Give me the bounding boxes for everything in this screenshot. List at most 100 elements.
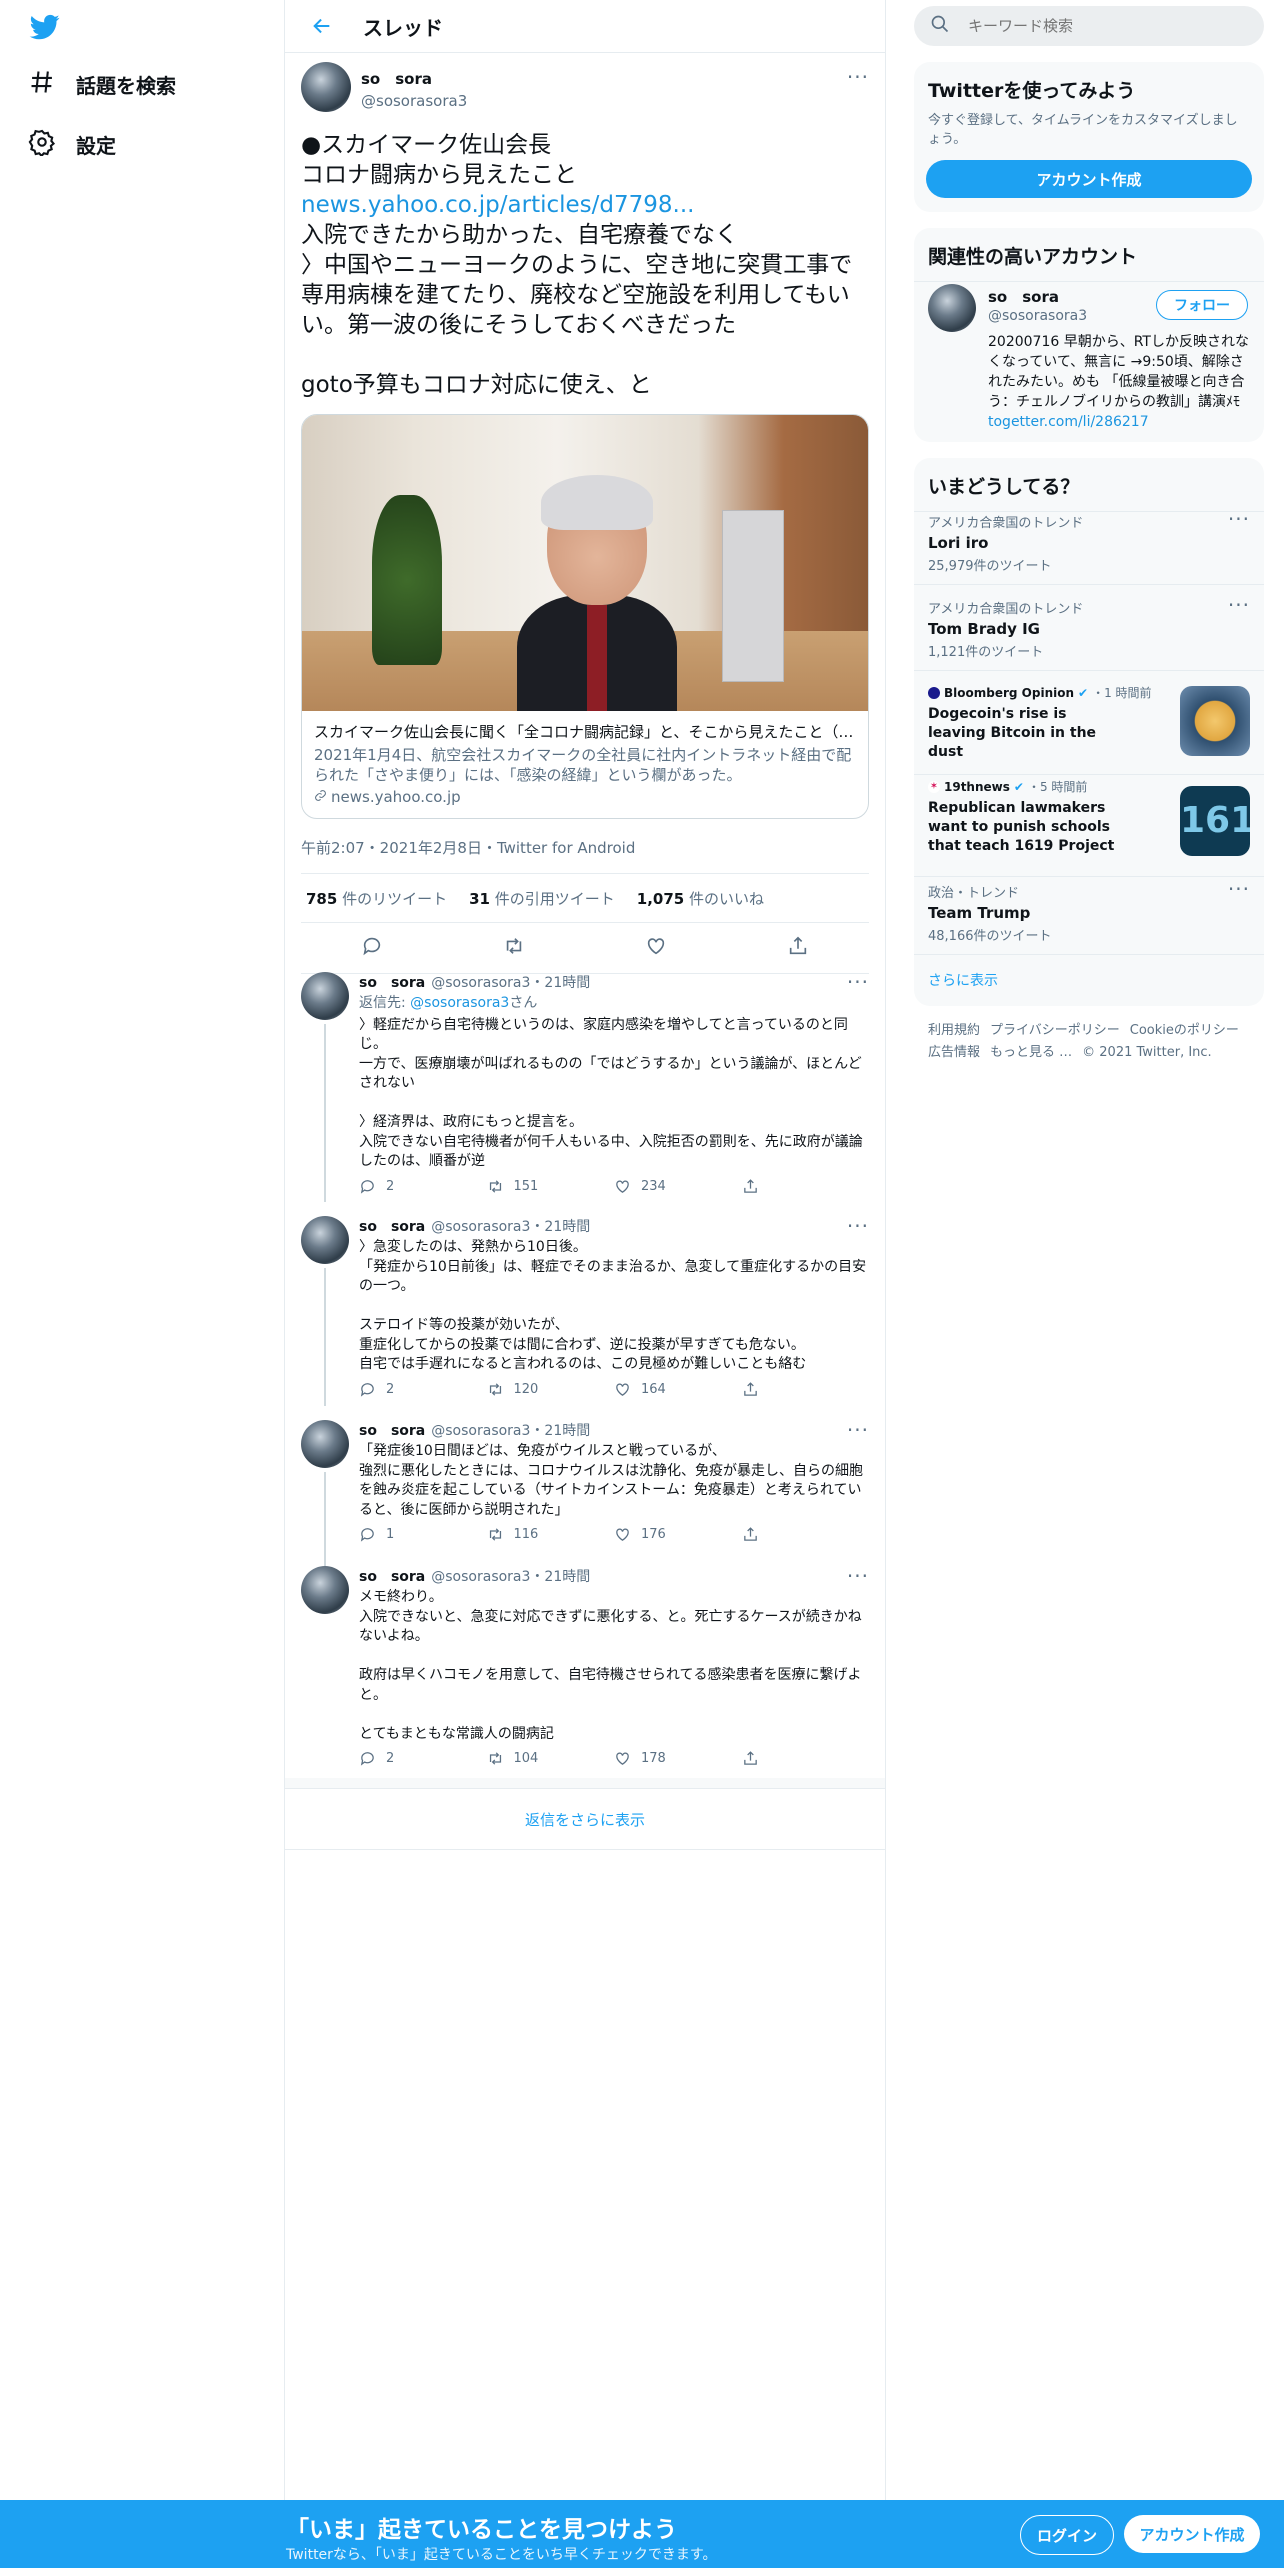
reply-author-name[interactable]: so sora (359, 1216, 425, 1236)
reply-tweet[interactable]: so sora @sosorasora3・21時間 ··· メモ終わり。 入院で… (301, 1566, 869, 1776)
quote-count[interactable]: 31 件の引用ツイート (469, 888, 615, 909)
card-image (302, 415, 868, 711)
tweet-actions (301, 923, 869, 974)
reply-author-handle[interactable]: @sosorasora3・21時間 (431, 972, 590, 992)
avatar[interactable] (301, 1420, 349, 1468)
twitter-logo-icon[interactable] (28, 12, 62, 42)
like-button[interactable]: 234 (614, 1178, 742, 1195)
reply-author-handle[interactable]: @sosorasora3・21時間 (431, 1566, 590, 1586)
bio-link[interactable]: togetter.com/li/286217 (988, 414, 1149, 430)
signup-button[interactable]: アカウント作成 (1124, 2515, 1260, 2553)
retweet-button[interactable]: 120 (487, 1381, 615, 1398)
relevant-title: 関連性の高いアカウント (914, 228, 1264, 282)
more-options-icon[interactable]: ··· (1228, 879, 1250, 899)
avatar[interactable] (301, 972, 349, 1020)
reply-author-name[interactable]: so sora (359, 1420, 425, 1440)
reply-to: 返信先: @sosorasora3さん (359, 995, 538, 1011)
signup-description: 今すぐ登録して、タイムラインをカスタマイズしましょう。 (928, 113, 1238, 147)
share-button[interactable] (742, 1750, 870, 1767)
footer-links: 利用規約 プライバシーポリシー Cookieのポリシー 広告情報 もっと見る … © 2… (928, 1020, 1258, 1064)
reply-icon[interactable] (361, 935, 383, 961)
more-options-icon[interactable]: ··· (847, 972, 869, 992)
reply-author-name[interactable]: so sora (359, 1566, 425, 1586)
avatar[interactable] (301, 1216, 349, 1264)
like-icon[interactable] (645, 935, 667, 961)
show-more-trends-link[interactable]: さらに表示 (928, 970, 998, 990)
retweet-count[interactable]: 785 件のリツイート (306, 888, 447, 909)
avatar[interactable] (301, 1566, 349, 1614)
left-nav: 話題を検索 設定 (0, 0, 285, 2500)
search-input[interactable] (966, 16, 1240, 36)
tweet-timestamp[interactable]: 午前2:07・2021年2月8日・Twitter for Android (301, 837, 869, 858)
retweet-button[interactable]: 151 (487, 1178, 615, 1195)
trend-item[interactable]: アメリカ合衆国のトレンド Lori iro 25,979件のツイート ··· (928, 509, 1250, 574)
like-button[interactable]: 176 (614, 1526, 742, 1543)
more-options-icon[interactable]: ··· (847, 67, 869, 87)
like-button[interactable]: 164 (614, 1381, 742, 1398)
relevant-name[interactable]: so sora (988, 286, 1059, 307)
trend-item[interactable]: アメリカ合衆国のトレンド Tom Brady IG 1,121件のツイート ··… (928, 595, 1250, 660)
more-options-icon[interactable]: ··· (1228, 595, 1250, 615)
reply-tweet[interactable]: so sora @sosorasora3・21時間 ··· 〉急変したのは、発熱… (301, 1216, 869, 1406)
tweet-link[interactable]: news.yahoo.co.jp/articles/d7798... (301, 190, 869, 220)
avatar[interactable] (928, 284, 976, 332)
share-button[interactable] (742, 1526, 870, 1543)
author-handle[interactable]: @sosorasora3 (361, 92, 467, 110)
reply-actions: 1 116 176 (359, 1526, 869, 1543)
nav-settings-label: 設定 (76, 133, 116, 158)
reply-author-handle[interactable]: @sosorasora3・21時間 (431, 1216, 590, 1236)
reply-tweet[interactable]: so sora @sosorasora3・21時間 ··· 返信先: @soso… (301, 972, 869, 1202)
login-button[interactable]: ログイン (1020, 2515, 1114, 2555)
reply-button[interactable]: 2 (359, 1178, 487, 1195)
news-thumbnail-text: 1619 (1180, 800, 1250, 841)
news-item[interactable]: Bloomberg Opinion ✔ ・1 時間前 Dogecoin's rise… (928, 684, 1250, 762)
footer-link[interactable]: 利用規約 (928, 1023, 980, 1038)
signup-button[interactable]: アカウント作成 (926, 160, 1252, 198)
follow-button[interactable]: フォロー (1156, 290, 1248, 320)
share-button[interactable] (742, 1381, 870, 1398)
tweet-text: ●スカイマーク佐山会長 コロナ闘病から見えたこと news.yahoo.co.j… (301, 130, 869, 400)
footer-link[interactable]: プライバシーポリシー (990, 1023, 1120, 1038)
like-button[interactable]: 178 (614, 1750, 742, 1767)
reply-actions: 2 120 164 (359, 1381, 869, 1398)
reply-text: 〉急変したのは、発熱から10日後。 「発症から10日前後」は、軽症でそのまま治る… (359, 1239, 867, 1372)
link-card[interactable]: スカイマーク佐山会長に聞く「全コロナ闘病記録」と、そこから見えたこと（… 202… (301, 414, 869, 819)
show-more-replies-button[interactable]: 返信をさらに表示 (285, 1788, 885, 1850)
reply-button[interactable]: 2 (359, 1381, 487, 1398)
reply-button[interactable]: 1 (359, 1526, 487, 1543)
tweet-stats: 785 件のリツイート 31 件の引用ツイート 1,075 件のいいね (301, 873, 869, 923)
back-arrow-icon[interactable] (307, 11, 337, 41)
more-options-icon[interactable]: ··· (847, 1420, 869, 1440)
author-name[interactable]: so sora (361, 68, 467, 89)
bottom-bar-subtitle: Twitterなら、「いま」起きていることをいち早くチェックできます。 (286, 2547, 717, 2563)
main-tweet: so sora @sosorasora3 ··· ●スカイマーク佐山会長 コロナ… (301, 62, 869, 974)
share-icon[interactable] (787, 935, 809, 961)
footer-link[interactable]: もっと見る … (990, 1045, 1072, 1060)
trend-item[interactable]: 政治・トレンド Team Trump 48,166件のツイート ··· (928, 879, 1250, 944)
tweet-line: 〉中国やニューヨークのように、空き地に突貫工事で専用病棟を建てたり、廃校など空施… (301, 252, 853, 338)
reply-author-name[interactable]: so sora (359, 972, 425, 992)
reply-author-handle[interactable]: @sosorasora3・21時間 (431, 1420, 590, 1440)
reply-tweet[interactable]: so sora @sosorasora3・21時間 ··· 「発症後10日間ほど… (301, 1420, 869, 1566)
like-count[interactable]: 1,075 件のいいね (637, 888, 764, 909)
reply-to-handle[interactable]: @sosorasora3 (410, 995, 509, 1011)
share-button[interactable] (742, 1178, 870, 1195)
footer-link[interactable]: Cookieのポリシー (1130, 1023, 1239, 1038)
retweet-icon[interactable] (503, 935, 525, 961)
reply-text: 「発症後10日間ほどは、免疫がウイルスと戦っているが、 強烈に悪化したときには、… (359, 1443, 863, 1518)
more-options-icon[interactable]: ··· (847, 1216, 869, 1236)
relevant-handle[interactable]: @sosorasora3 (988, 308, 1087, 324)
card-domain-text: news.yahoo.co.jp (331, 788, 461, 806)
nav-explore[interactable]: 話題を検索 (28, 64, 176, 104)
more-options-icon[interactable]: ··· (1228, 509, 1250, 529)
footer-link[interactable]: 広告情報 (928, 1045, 980, 1060)
retweet-button[interactable]: 104 (487, 1750, 615, 1767)
nav-settings[interactable]: 設定 (28, 124, 116, 164)
more-options-icon[interactable]: ··· (847, 1566, 869, 1586)
news-item[interactable]: ✶ 19thnews ✔ ・5 時間前 Republican lawmakers wa… (928, 778, 1250, 856)
reply-button[interactable]: 2 (359, 1750, 487, 1767)
retweet-button[interactable]: 116 (487, 1526, 615, 1543)
search-box[interactable] (914, 6, 1264, 46)
avatar[interactable] (301, 62, 351, 112)
